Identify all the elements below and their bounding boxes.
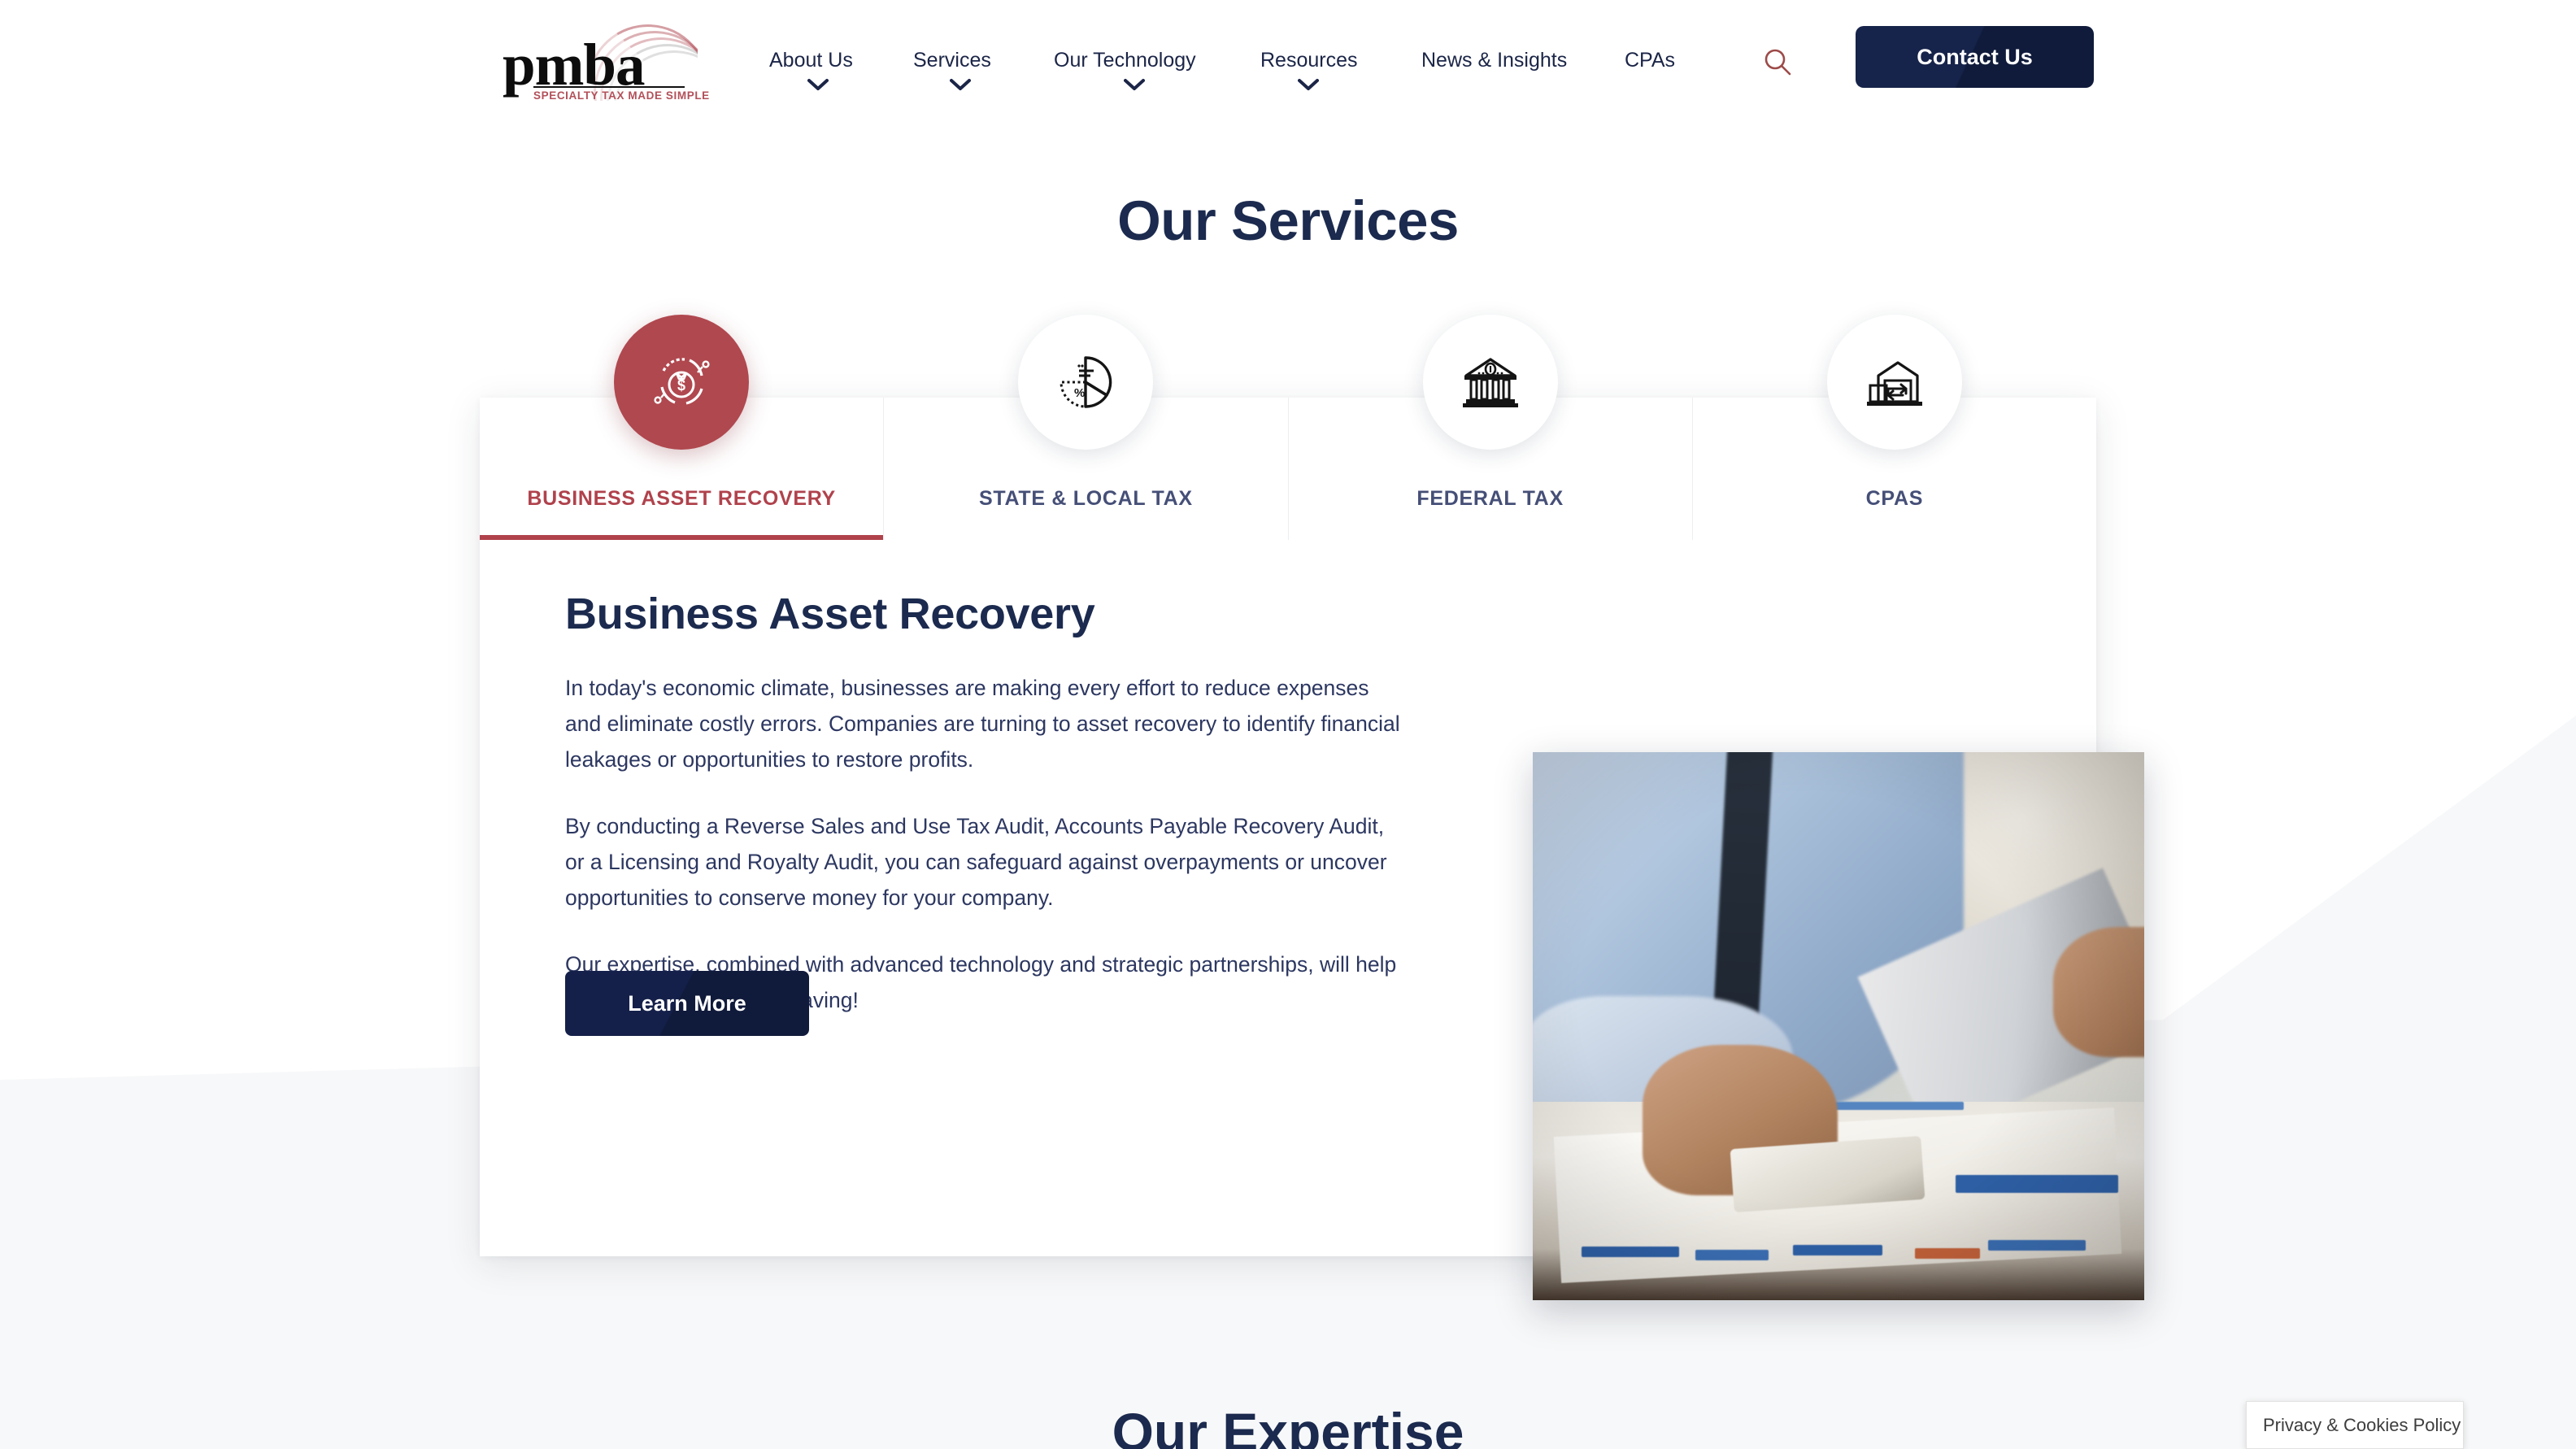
- logo-tagline: SPECIALTY TAX MADE SIMPLE: [533, 89, 710, 102]
- chevron-down-icon-resources[interactable]: [1298, 78, 1319, 91]
- tab-cpas[interactable]: CPAS: [1693, 315, 2096, 540]
- pie-chart-percent-icon: %: [1018, 315, 1154, 450]
- nav-item-services[interactable]: Services: [913, 49, 991, 72]
- logo-divider: [533, 86, 685, 88]
- site-header: pmba SPECIALTY TAX MADE SIMPLE About Us …: [0, 0, 2576, 124]
- cookie-policy-notice[interactable]: Privacy & Cookies Policy: [2246, 1401, 2464, 1449]
- chevron-down-icon-services[interactable]: [950, 78, 971, 91]
- svg-text:%: %: [1074, 386, 1085, 400]
- nav-item-our-technology[interactable]: Our Technology: [1054, 49, 1196, 72]
- panel-paragraph-2: By conducting a Reverse Sales and Use Ta…: [565, 814, 1387, 910]
- panel-body: In today's economic climate, businesses …: [565, 670, 1403, 1018]
- nav-item-resources[interactable]: Resources: [1260, 49, 1358, 72]
- contact-us-button[interactable]: Contact Us: [1856, 26, 2094, 88]
- tab-label: BUSINESS ASSET RECOVERY: [527, 487, 836, 510]
- government-building-icon: [1422, 315, 1558, 450]
- chevron-down-icon-about-us[interactable]: [807, 78, 829, 91]
- page-root: pmba SPECIALTY TAX MADE SIMPLE About Us …: [0, 0, 2576, 1449]
- tab-label: FEDERAL TAX: [1416, 487, 1564, 510]
- tab-label: STATE & LOCAL TAX: [978, 487, 1193, 510]
- nav-item-about-us[interactable]: About Us: [769, 49, 853, 72]
- nav-item-news-insights[interactable]: News & Insights: [1421, 49, 1567, 72]
- page-title: Our Services: [1117, 189, 1459, 252]
- money-bag-recovery-icon: $: [614, 315, 750, 450]
- panel-image: [1533, 752, 2144, 1300]
- learn-more-button[interactable]: Learn More: [565, 971, 809, 1036]
- search-icon[interactable]: [1763, 47, 1792, 76]
- panel-paragraph-1: In today's economic climate, businesses …: [565, 676, 1400, 772]
- tab-label: CPAS: [1865, 487, 1924, 510]
- tab-business-asset-recovery[interactable]: $ BUSINESS ASSET RECOVERY: [480, 315, 885, 540]
- next-section-title: Our Expertise: [1112, 1402, 1464, 1449]
- tab-federal-tax[interactable]: FEDERAL TAX: [1289, 315, 1693, 540]
- logo[interactable]: pmba SPECIALTY TAX MADE SIMPLE: [503, 18, 709, 106]
- nav-item-cpas[interactable]: CPAs: [1625, 49, 1675, 72]
- chevron-down-icon-our-technology[interactable]: [1124, 78, 1145, 91]
- tabstrip: $ BUSINESS ASSET RECOVERY % STATE & LOCA…: [480, 315, 2096, 540]
- warehouse-transfer-icon: [1826, 315, 1962, 450]
- tab-state-local-tax[interactable]: % STATE & LOCAL TAX: [884, 315, 1289, 540]
- panel-heading: Business Asset Recovery: [565, 590, 1095, 638]
- logo-wordmark: pmba: [503, 32, 646, 98]
- svg-text:$: $: [677, 377, 685, 394]
